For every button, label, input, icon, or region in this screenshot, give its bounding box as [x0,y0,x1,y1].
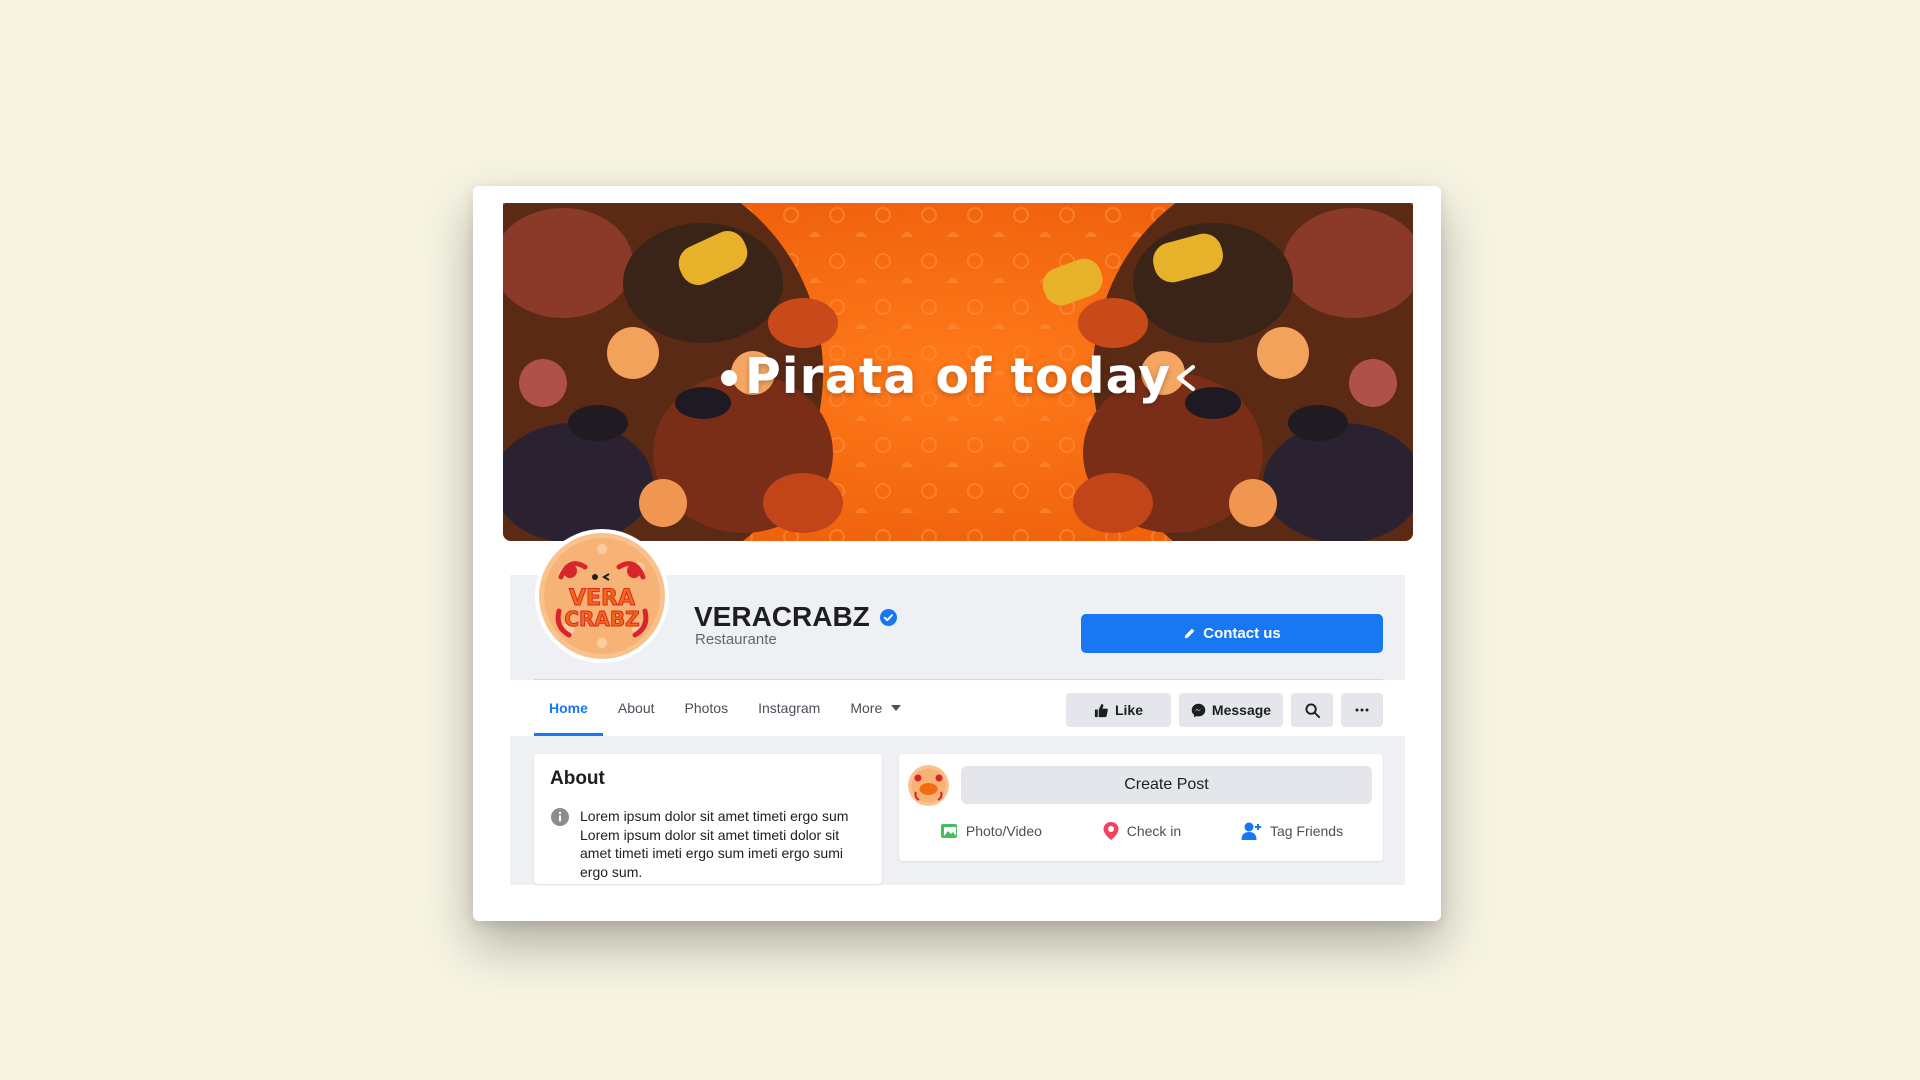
contact-us-label: Contact us [1203,625,1281,642]
message-label: Message [1211,702,1272,718]
like-label: Like [1114,702,1143,718]
cover-photo: Pirata of today [503,203,1413,541]
page-name: VERACRABZ [694,601,897,633]
tab-home[interactable]: Home [534,680,603,736]
tag-friends-button[interactable]: Tag Friends [1241,818,1343,844]
tab-more-label: More [850,700,883,716]
page-nav: Home About Photos Instagram More Like Me… [510,680,1405,736]
post-composer: Create Post Photo/Video Check in Tag Fri… [899,754,1383,861]
thumbs-up-icon [1094,703,1108,717]
create-post-button[interactable]: Create Post [961,766,1372,804]
page-category: Restaurante [695,631,777,648]
about-description: Lorem ipsum dolor sit amet timeti ergo s… [580,808,849,880]
caret-down-icon [891,705,902,711]
about-title: About [550,768,605,789]
avatar[interactable]: VERA CRABZ [535,529,669,663]
tab-photos[interactable]: Photos [670,680,744,736]
search-icon [1304,702,1320,718]
tab-instagram[interactable]: Instagram [743,680,835,736]
check-in-label: Check in [1126,823,1182,839]
cover-title: Pirata of today [744,348,1172,405]
crab-logo-icon [908,765,949,806]
about-card: About Lorem ipsum dolor sit amet timeti … [534,754,882,884]
tab-bar: Home About Photos Instagram More [534,680,916,736]
tab-about[interactable]: About [603,680,670,736]
search-button[interactable] [1291,693,1333,727]
message-button[interactable]: Message [1179,693,1283,727]
veracrabz-logo: VERA CRABZ [539,533,665,659]
pencil-icon [1184,628,1195,639]
facebook-page-mockup: Pirata of today VERA CRABZ VERACRABZ Res… [473,186,1441,921]
composer-actions: Photo/Video Check in Tag Friends [899,818,1383,844]
tag-friends-label: Tag Friends [1269,823,1344,839]
page-name-text: VERACRABZ [694,601,870,632]
photo-icon [940,824,957,838]
photo-video-label: Photo/Video [965,823,1042,839]
info-icon [551,808,569,826]
contact-us-button[interactable]: Contact us [1081,614,1383,653]
verified-badge-icon [879,608,897,626]
location-pin-icon [1103,822,1119,840]
tag-friends-icon [1241,822,1261,840]
svg-text:CRABZ: CRABZ [564,607,639,631]
composer-avatar[interactable] [908,765,949,806]
photo-video-button[interactable]: Photo/Video [939,818,1042,844]
like-button[interactable]: Like [1066,693,1171,727]
messenger-icon [1191,703,1206,717]
tab-more[interactable]: More [835,680,916,736]
ellipsis-icon [1355,708,1369,712]
more-options-button[interactable] [1341,693,1383,727]
check-in-button[interactable]: Check in [1102,818,1181,844]
page-actions: Like Message [1066,693,1383,727]
